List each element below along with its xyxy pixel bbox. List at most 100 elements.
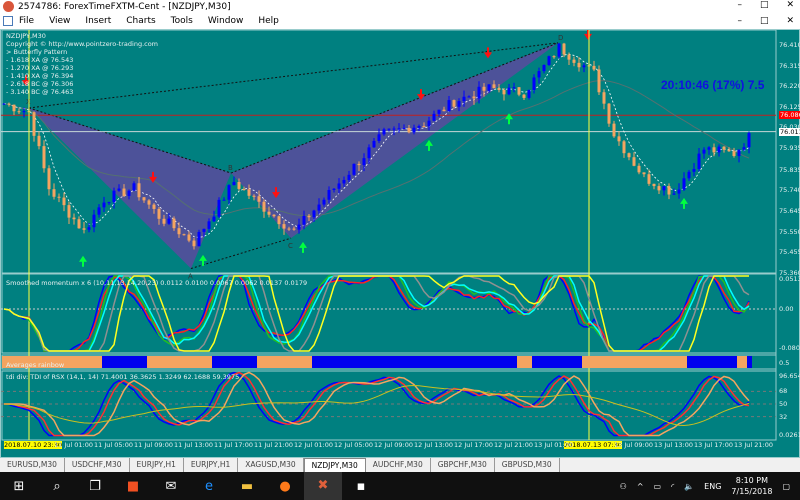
volume-icon[interactable]: 🔈 <box>684 482 694 491</box>
candle-body <box>477 86 481 99</box>
candle-body <box>337 183 341 189</box>
candle-body <box>582 65 586 68</box>
rainbow-bar <box>402 356 407 368</box>
rainbow-bar <box>427 356 432 368</box>
rainbow-bar <box>717 356 722 368</box>
chart-tab[interactable]: EURJPY,H1 <box>184 458 239 472</box>
maximize-button[interactable]: □ <box>760 0 769 10</box>
clock[interactable]: 8:10 PM 7/15/2018 <box>731 475 772 497</box>
candle-body <box>372 140 376 148</box>
candle-body <box>217 199 221 217</box>
start-icon[interactable]: ⊞ <box>0 479 38 494</box>
time-tick: 13 Jul 01:00 <box>534 441 573 449</box>
candle-body <box>512 87 516 89</box>
candle-body <box>472 96 476 99</box>
candle-body <box>507 87 511 95</box>
symbol-label: NZDJPY,M30 <box>6 32 46 40</box>
sticky-notes-icon[interactable]: ▪ <box>342 479 380 494</box>
sell-arrow-icon <box>584 30 592 40</box>
candle-body <box>392 128 396 130</box>
candle-body <box>232 182 236 186</box>
rainbow-bar <box>277 356 282 368</box>
store-icon[interactable]: ■ <box>114 479 152 494</box>
tdi-tick: 68 <box>779 387 788 396</box>
chart-tab[interactable]: GBPCHF,M30 <box>431 458 495 472</box>
rainbow-bar <box>667 356 672 368</box>
minimize-button[interactable]: – <box>737 0 742 10</box>
candle-body <box>317 204 321 211</box>
people-icon[interactable]: ⚇ <box>620 482 627 491</box>
rainbow-bar <box>672 356 677 368</box>
candle-body <box>157 208 161 219</box>
close-button[interactable]: ✕ <box>786 0 794 10</box>
menu-bar: File View Insert Charts Tools Window Hel… <box>0 13 800 29</box>
chart-tab[interactable]: XAGUSD,M30 <box>238 458 304 472</box>
chevron-up-icon[interactable]: ^ <box>637 482 644 491</box>
notifications-icon[interactable]: ▢ <box>782 482 790 491</box>
candle-body <box>532 77 536 90</box>
menu-insert[interactable]: Insert <box>85 16 111 26</box>
rainbow-bar <box>247 356 252 368</box>
candle-body <box>57 196 61 198</box>
search-icon[interactable]: ⌕ <box>38 479 76 494</box>
candle-body <box>397 128 401 130</box>
candle-body <box>297 224 301 230</box>
edge-icon[interactable]: e <box>190 479 228 494</box>
candle-body <box>617 136 621 142</box>
candle-body <box>622 141 626 154</box>
chart-canvas[interactable]: XABCD <box>1 30 800 459</box>
candle-body <box>322 199 326 205</box>
menu-charts[interactable]: Charts <box>126 16 155 26</box>
candle-body <box>342 179 346 184</box>
candle-body <box>712 147 716 153</box>
candle-body <box>697 153 701 169</box>
menu-help[interactable]: Help <box>258 16 279 26</box>
candle-body <box>127 190 131 196</box>
chart-tab[interactable]: NZDJPY,M30 <box>303 458 366 472</box>
chart-tab[interactable]: GBPUSD,M30 <box>495 458 560 472</box>
chart-window-icon[interactable] <box>3 16 13 26</box>
candle-body <box>432 113 436 121</box>
rainbow-bar <box>587 356 592 368</box>
chart-tab[interactable]: USDCHF,M30 <box>65 458 130 472</box>
chart-restore-button[interactable]: □ <box>760 16 769 26</box>
chart-tab[interactable]: AUDCHF,M30 <box>366 458 431 472</box>
candle-body <box>627 153 631 158</box>
task-view-icon[interactable]: ❐ <box>76 479 114 494</box>
rainbow-bar <box>132 356 137 368</box>
candle-body <box>387 128 391 130</box>
candle-body <box>222 199 226 201</box>
candle-body <box>492 84 496 89</box>
chart-area[interactable]: XABCD NZDJPY,M30 Copyright © http://www.… <box>0 29 800 458</box>
candle-body <box>667 186 671 195</box>
candle-body <box>727 149 731 152</box>
firefox-icon[interactable]: ● <box>266 479 304 494</box>
candle-body <box>502 89 506 95</box>
candle-body <box>197 231 201 247</box>
candle-body <box>247 189 251 196</box>
candle-body <box>442 109 446 112</box>
rainbow-bar <box>597 356 602 368</box>
wifi-icon[interactable]: ◜ <box>671 482 674 491</box>
menu-view[interactable]: View <box>49 16 70 26</box>
language-indicator[interactable]: ENG <box>704 482 721 491</box>
rainbow-bar <box>432 356 437 368</box>
chart-tab[interactable]: EURJPY,H1 <box>130 458 184 472</box>
mail-icon[interactable]: ✉ <box>152 479 190 494</box>
candle-body <box>192 240 196 247</box>
momentum-line <box>3 275 750 352</box>
battery-icon[interactable]: ▭ <box>654 482 662 491</box>
metatrader-icon[interactable]: ✖ <box>304 472 342 500</box>
menu-tools[interactable]: Tools <box>171 16 193 26</box>
candle-body <box>657 186 661 191</box>
rainbow-bar <box>187 356 192 368</box>
candle-body <box>702 149 706 154</box>
chart-tab[interactable]: EURUSD,M30 <box>0 458 65 472</box>
chart-close-button[interactable]: ✕ <box>786 16 794 26</box>
menu-file[interactable]: File <box>19 16 34 26</box>
chart-minimize-button[interactable]: – <box>737 16 742 26</box>
candle-body <box>32 112 36 136</box>
file-explorer-icon[interactable]: ▬ <box>228 479 266 494</box>
menu-window[interactable]: Window <box>208 16 244 26</box>
candle-body <box>717 146 721 153</box>
